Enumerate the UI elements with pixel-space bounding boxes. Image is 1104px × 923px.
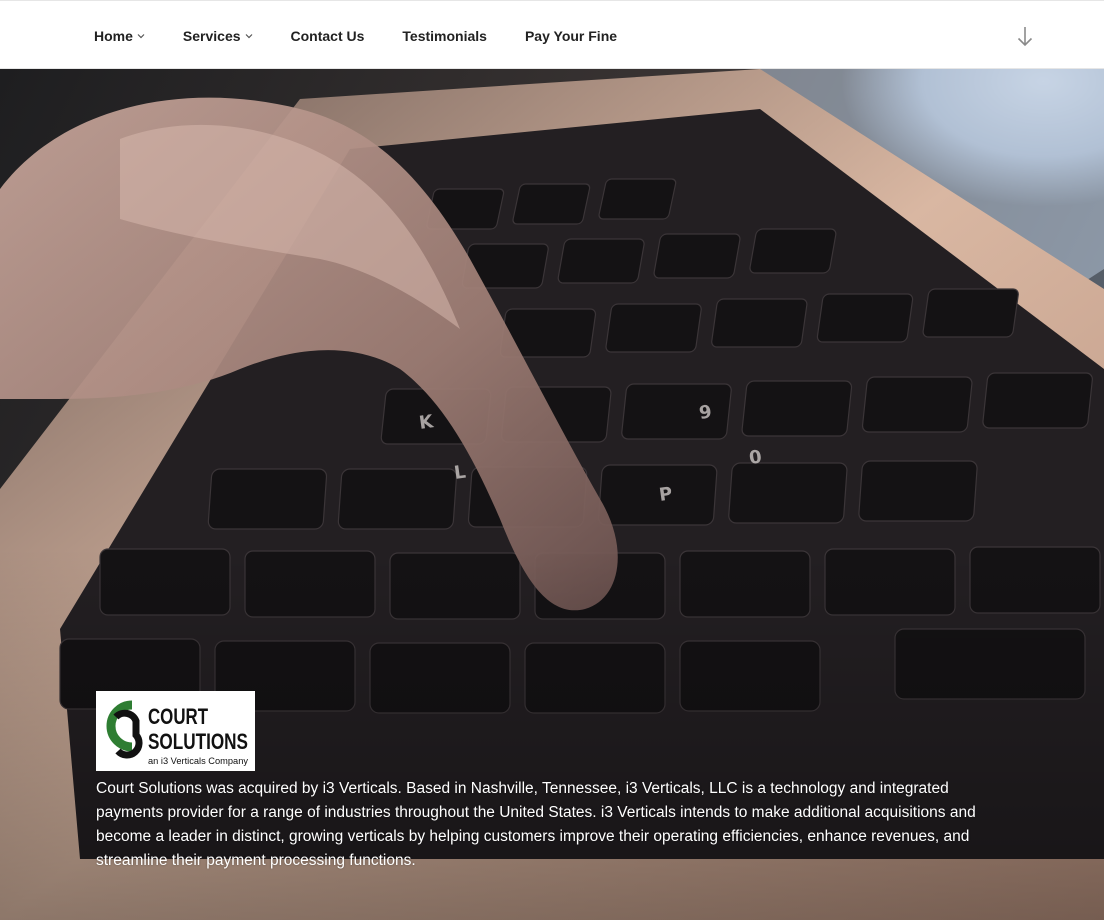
arrow-down-icon[interactable] [1015, 25, 1035, 49]
chevron-down-icon [245, 33, 252, 38]
top-navigation-bar: Home Services Contact Us Testimonials Pa… [0, 0, 1104, 69]
nav-item-testimonials[interactable]: Testimonials [402, 28, 487, 44]
nav-item-label: Services [182, 27, 241, 44]
nav-item-services[interactable]: Services [183, 28, 253, 44]
company-description: Court Solutions was acquired by i3 Verti… [96, 780, 976, 869]
hero-section: P 0 9 L K COURT SOLUTIONS an i3 Vertical… [0, 69, 1104, 920]
svg-text:an i3 Verticals Company: an i3 Verticals Company [148, 756, 249, 766]
nav-item-label: Home [94, 27, 133, 44]
nav-item-contact-us[interactable]: Contact Us [291, 28, 365, 44]
svg-text:SOLUTIONS: SOLUTIONS [148, 729, 248, 754]
nav-item-home[interactable]: Home [94, 28, 145, 44]
court-solutions-logo: COURT SOLUTIONS an i3 Verticals Company [96, 691, 255, 771]
chevron-down-icon [137, 33, 145, 38]
court-solutions-logo-image: COURT SOLUTIONS an i3 Verticals Company [106, 700, 249, 766]
nav-item-label: Pay Your Fine [524, 27, 618, 44]
nav-item-label: Contact Us [290, 27, 365, 44]
nav-item-pay-your-fine[interactable]: Pay Your Fine [525, 28, 617, 44]
page: Home Services Contact Us Testimonials Pa… [0, 0, 1104, 923]
nav-item-label: Testimonials [402, 27, 487, 44]
svg-text:COURT: COURT [148, 704, 208, 729]
main-menu: Home Services Contact Us Testimonials Pa… [94, 1, 655, 70]
